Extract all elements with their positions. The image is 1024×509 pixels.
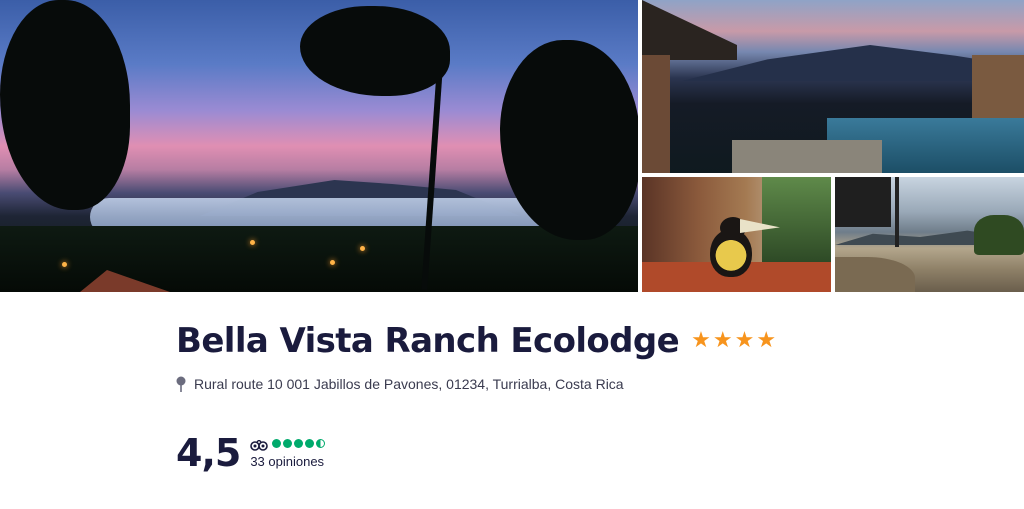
rating-bubble: [283, 438, 293, 448]
umbrella-pole: [895, 177, 899, 247]
map-pin-icon: [176, 376, 186, 392]
reviews-count[interactable]: 33 opiniones: [250, 454, 327, 469]
hotel-name: Bella Vista Ranch Ecolodge: [176, 321, 680, 361]
hotel-info: Bella Vista Ranch Ecolodge ★ ★ ★ ★ Rural ro…: [176, 300, 1024, 509]
star-icon: ★: [691, 328, 711, 353]
rating-row: 4,5 33 opiniones: [176, 432, 327, 474]
title-row: Bella Vista Ranch Ecolodge ★ ★ ★ ★: [176, 318, 776, 364]
rating-bubble: [294, 438, 304, 448]
tripadvisor-owl-icon: [250, 437, 269, 451]
rock-shape: [835, 257, 915, 292]
village-light: [330, 260, 335, 265]
rating-score: 4,5: [176, 431, 241, 475]
sunset-panorama-photo[interactable]: [0, 0, 638, 292]
pool-deck: [732, 140, 882, 173]
house-shape: [972, 55, 1024, 125]
bubble-rating: [250, 436, 327, 451]
tree-shape: [974, 215, 1024, 255]
toucan-photo[interactable]: [642, 177, 831, 292]
star-rating: ★ ★ ★ ★: [691, 330, 776, 352]
umbrella-shape: [835, 177, 891, 227]
hotel-address: Rural route 10 001 Jabillos de Pavones, …: [194, 376, 624, 392]
address-row: Rural route 10 001 Jabillos de Pavones, …: [176, 375, 624, 393]
infinity-pool-photo[interactable]: [835, 177, 1024, 292]
rating-bubble: [305, 438, 315, 448]
star-icon: ★: [712, 328, 733, 353]
wall-shape: [642, 55, 670, 173]
village-light: [250, 240, 255, 245]
tree-canopy: [300, 6, 450, 96]
tree-canopy: [0, 0, 130, 210]
plant-shape: [762, 177, 831, 262]
star-icon: ★: [756, 328, 777, 353]
roof-shape: [642, 0, 737, 60]
village-light: [360, 246, 365, 251]
street-light: [62, 262, 67, 267]
rating-meta: 33 opiniones: [250, 436, 327, 469]
pool-dusk-photo[interactable]: [642, 0, 1024, 173]
rating-bubble: [316, 438, 326, 448]
rating-bubble: [272, 438, 282, 448]
star-icon: ★: [734, 328, 755, 353]
photo-gallery: [0, 0, 1024, 292]
